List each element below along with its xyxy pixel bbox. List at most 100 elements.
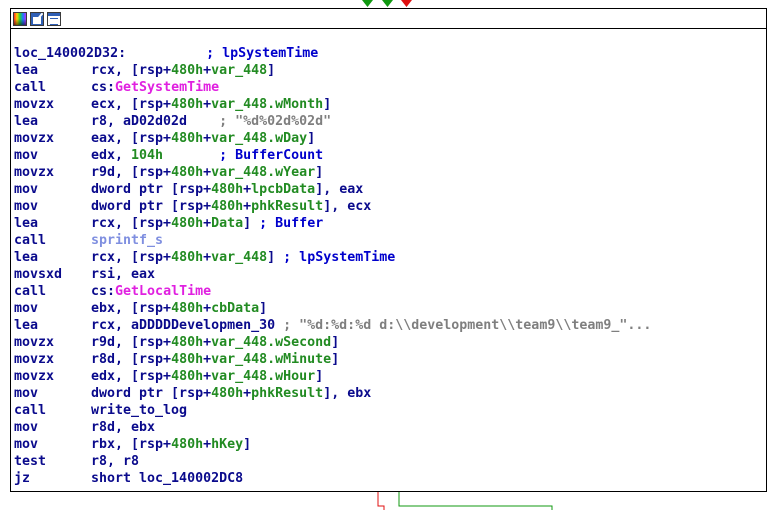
operand-text[interactable]: rcx, [rsp+ <box>91 250 171 265</box>
instruction-line[interactable]: mov r8d, ebx <box>14 419 651 436</box>
operand-text[interactable]: + <box>203 63 211 78</box>
operand-text[interactable]: + <box>203 352 211 367</box>
color-picker-icon[interactable] <box>13 11 27 26</box>
offset-value[interactable]: 480h <box>171 97 203 112</box>
operand-text[interactable]: + <box>203 165 211 180</box>
operand-text[interactable]: ], ebx <box>323 386 371 401</box>
operand-text[interactable]: ] <box>259 301 267 316</box>
instruction-line[interactable]: mov dword ptr [rsp+480h+lpcbData], eax <box>14 181 651 198</box>
operand-text[interactable]: write_to_log <box>91 403 187 418</box>
offset-value[interactable]: 104h <box>131 148 163 163</box>
operand-text[interactable]: rcx, [rsp+ <box>91 63 171 78</box>
instruction-line[interactable]: lea rcx, [rsp+480h+Data] ; Buffer <box>14 215 651 232</box>
instruction-line[interactable]: call sprintf_s <box>14 232 651 249</box>
operand-text[interactable]: r9d, [rsp+ <box>91 165 171 180</box>
instruction-line[interactable]: movsxd rsi, eax <box>14 266 651 283</box>
operand-text[interactable]: ] <box>243 437 251 452</box>
instruction-line[interactable]: movzx eax, [rsp+480h+var_448.wDay] <box>14 130 651 147</box>
import-name[interactable]: GetSystemTime <box>115 80 219 95</box>
offset-value[interactable]: 480h <box>171 369 203 384</box>
operand-text[interactable]: ] <box>331 352 339 367</box>
offset-value[interactable]: 480h <box>171 63 203 78</box>
operand-text[interactable]: ebx, [rsp+ <box>91 301 171 316</box>
operand-text[interactable]: ] <box>315 369 323 384</box>
operand-text[interactable]: ] <box>243 216 259 231</box>
instruction-line[interactable]: movzx r8d, [rsp+480h+var_448.wMinute] <box>14 351 651 368</box>
operand-text[interactable]: r8d, ebx <box>91 420 155 435</box>
operand-text[interactable]: + <box>203 216 211 231</box>
offset-value[interactable]: 480h <box>171 352 203 367</box>
operand-text[interactable]: r8, aD02d02d <box>91 114 219 129</box>
instruction-line[interactable]: movzx r9d, [rsp+480h+var_448.wYear] <box>14 164 651 181</box>
operand-text[interactable]: cs: <box>91 80 115 95</box>
operand-text[interactable]: + <box>243 182 251 197</box>
variable-ref[interactable]: phkResult <box>251 199 323 214</box>
operand-text[interactable]: ] <box>323 97 331 112</box>
variable-ref[interactable]: var_448.wDay <box>211 131 307 146</box>
rename-icon[interactable] <box>30 11 44 26</box>
operand-text[interactable]: ] <box>307 131 315 146</box>
operand-text[interactable]: ] <box>267 63 275 78</box>
variable-ref[interactable]: var_448.wHour <box>211 369 315 384</box>
instruction-line[interactable]: movzx r9d, [rsp+480h+var_448.wSecond] <box>14 334 651 351</box>
operand-text[interactable]: r9d, [rsp+ <box>91 335 171 350</box>
operand-text[interactable]: ] <box>331 335 339 350</box>
variable-ref[interactable]: hKey <box>211 437 243 452</box>
instruction-line[interactable]: lea rcx, [rsp+480h+var_448] <box>14 62 651 79</box>
instruction-line[interactable]: lea rcx, [rsp+480h+var_448] ; lpSystemTim… <box>14 249 651 266</box>
instruction-line[interactable]: movzx edx, [rsp+480h+var_448.wHour] <box>14 368 651 385</box>
disassembly-listing[interactable]: loc_140002D32: ; lpSystemTime lea rcx, [r… <box>14 45 651 487</box>
instruction-line[interactable]: movzx ecx, [rsp+480h+var_448.wMonth] <box>14 96 651 113</box>
operand-text[interactable]: eax, [rsp+ <box>91 131 171 146</box>
instruction-line[interactable]: mov rbx, [rsp+480h+hKey] <box>14 436 651 453</box>
operand-text[interactable]: + <box>243 199 251 214</box>
instruction-line[interactable]: mov edx, 104h ; BufferCount <box>14 147 651 164</box>
instruction-line[interactable]: jz short loc_140002DC8 <box>14 470 651 487</box>
operand-text[interactable]: rcx, aDDDDDevelopmen_30 <box>91 318 283 333</box>
instruction-line[interactable]: mov dword ptr [rsp+480h+phkResult], ecx <box>14 198 651 215</box>
subroutine-ref[interactable]: sprintf_s <box>91 233 163 248</box>
variable-ref[interactable]: cbData <box>211 301 259 316</box>
variable-ref[interactable]: lpcbData <box>251 182 315 197</box>
variable-ref[interactable]: phkResult <box>251 386 323 401</box>
offset-value[interactable]: 480h <box>171 216 203 231</box>
operand-text[interactable]: short loc_140002DC8 <box>91 471 243 486</box>
operand-text[interactable]: ], eax <box>315 182 363 197</box>
operand-text[interactable]: dword ptr [rsp+ <box>91 182 211 197</box>
operand-text[interactable]: + <box>203 335 211 350</box>
operand-text[interactable]: r8d, [rsp+ <box>91 352 171 367</box>
instruction-line[interactable]: mov ebx, [rsp+480h+cbData] <box>14 300 651 317</box>
operand-text[interactable]: edx, [rsp+ <box>91 369 171 384</box>
operand-text[interactable] <box>163 148 219 163</box>
operand-text[interactable]: rsi, eax <box>91 267 155 282</box>
graph-node-block[interactable]: loc_140002D32: ; lpSystemTime lea rcx, [r… <box>10 8 767 492</box>
operand-text[interactable]: dword ptr [rsp+ <box>91 199 211 214</box>
operand-text[interactable]: r8, r8 <box>91 454 139 469</box>
instruction-line[interactable]: call cs:GetSystemTime <box>14 79 651 96</box>
operand-text[interactable]: + <box>203 250 211 265</box>
operand-text[interactable]: + <box>203 369 211 384</box>
variable-ref[interactable]: var_448.wSecond <box>211 335 331 350</box>
variable-ref[interactable]: var_448 <box>211 63 267 78</box>
instruction-line[interactable]: lea rcx, aDDDDDevelopmen_30 ; "%d:%d:%d d… <box>14 317 651 334</box>
label-line[interactable]: loc_140002D32: ; lpSystemTime <box>14 45 651 62</box>
offset-value[interactable]: 480h <box>211 199 243 214</box>
variable-ref[interactable]: Data <box>211 216 243 231</box>
offset-value[interactable]: 480h <box>211 386 243 401</box>
variable-ref[interactable]: var_448.wYear <box>211 165 315 180</box>
location-label[interactable]: loc_140002D32: <box>14 46 126 61</box>
operand-text[interactable]: + <box>203 131 211 146</box>
variable-ref[interactable]: var_448.wMonth <box>211 97 323 112</box>
variable-ref[interactable]: var_448 <box>211 250 267 265</box>
offset-value[interactable]: 480h <box>171 301 203 316</box>
operand-text[interactable]: + <box>243 386 251 401</box>
operand-text[interactable]: rbx, [rsp+ <box>91 437 171 452</box>
instruction-line[interactable]: call cs:GetLocalTime <box>14 283 651 300</box>
graph-icon[interactable] <box>47 11 61 26</box>
instruction-line[interactable]: mov dword ptr [rsp+480h+phkResult], ebx <box>14 385 651 402</box>
offset-value[interactable]: 480h <box>211 182 243 197</box>
operand-text[interactable]: ] <box>315 165 323 180</box>
operand-text[interactable]: rcx, [rsp+ <box>91 216 171 231</box>
operand-text[interactable]: + <box>203 97 211 112</box>
instruction-line[interactable]: lea r8, aD02d02d ; "%d%02d%02d" <box>14 113 651 130</box>
